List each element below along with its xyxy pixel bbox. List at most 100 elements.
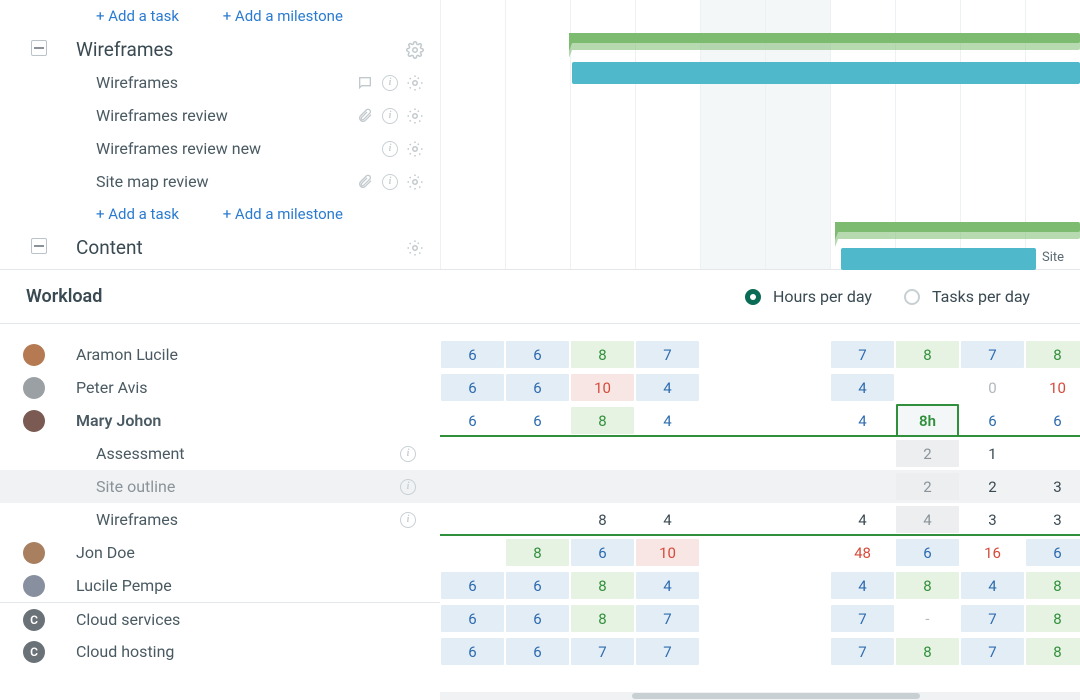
task-group-content[interactable]: Content [0, 231, 440, 264]
workload-cell[interactable]: 48 [831, 539, 894, 566]
workload-person-row[interactable]: Peter Avis [0, 371, 440, 404]
info-icon[interactable] [400, 479, 416, 495]
workload-cell[interactable]: 4 [961, 572, 1024, 599]
gantt-task-bar[interactable]: Site [841, 248, 1036, 270]
comment-icon[interactable] [356, 74, 374, 92]
workload-cell[interactable]: 8 [896, 341, 959, 368]
workload-cell[interactable]: 8 [1026, 341, 1080, 368]
workload-cell[interactable]: 7 [636, 605, 699, 632]
workload-cell[interactable]: 6 [506, 407, 569, 434]
attachment-icon[interactable] [356, 173, 374, 191]
workload-cell[interactable]: 7 [961, 341, 1024, 368]
add-task-link[interactable]: + Add a task [96, 198, 179, 231]
workload-cell[interactable]: 10 [571, 374, 634, 401]
workload-subtask-row[interactable]: Wireframes [0, 503, 440, 536]
workload-cell[interactable]: 6 [506, 605, 569, 632]
info-icon[interactable] [382, 75, 398, 91]
workload-cell[interactable]: 8 [571, 506, 634, 533]
task-row[interactable]: Wireframes [0, 66, 440, 99]
workload-cell[interactable]: 4 [636, 407, 699, 434]
add-task-link[interactable]: + Add a task [96, 0, 179, 33]
workload-cell[interactable]: 8h [896, 404, 959, 437]
workload-cell[interactable]: 6 [441, 605, 504, 632]
task-row[interactable]: Site map review [0, 165, 440, 198]
workload-cell[interactable]: 6 [896, 539, 959, 566]
info-icon[interactable] [382, 108, 398, 124]
add-milestone-link[interactable]: + Add a milestone [223, 198, 343, 231]
workload-subtask-row[interactable]: Assessment [0, 437, 440, 470]
gear-icon[interactable] [406, 239, 424, 257]
workload-cell[interactable]: 0 [961, 374, 1024, 401]
workload-cell[interactable]: 4 [636, 374, 699, 401]
workload-cell[interactable]: 7 [636, 341, 699, 368]
task-row[interactable]: Wireframes review new [0, 132, 440, 165]
workload-cell[interactable]: 8 [896, 638, 959, 665]
workload-cell[interactable]: 4 [831, 374, 894, 401]
workload-cell[interactable]: 8 [1026, 605, 1080, 632]
info-icon[interactable] [400, 512, 416, 528]
workload-cell[interactable]: 1 [961, 440, 1024, 467]
workload-cell[interactable]: - [896, 605, 959, 632]
task-group-wireframes[interactable]: Wireframes [0, 33, 440, 66]
workload-subtask-row[interactable]: Site outline [0, 470, 440, 503]
workload-cell[interactable]: 2 [896, 473, 959, 500]
workload-cell[interactable]: 16 [961, 539, 1024, 566]
radio-hours-per-day[interactable]: Hours per day [745, 287, 872, 306]
gantt-summary-bar[interactable] [836, 222, 1080, 232]
workload-cell[interactable]: 3 [1026, 473, 1080, 500]
workload-cell[interactable]: 4 [831, 407, 894, 434]
workload-person-row[interactable]: Lucile Pempe [0, 569, 440, 602]
workload-cell[interactable]: 4 [636, 506, 699, 533]
workload-cell[interactable]: 8 [571, 407, 634, 434]
workload-cell[interactable]: 7 [961, 638, 1024, 665]
collapse-toggle[interactable] [31, 40, 47, 56]
info-icon[interactable] [400, 446, 416, 462]
workload-cell[interactable]: 2 [961, 473, 1024, 500]
collapse-toggle[interactable] [31, 238, 47, 254]
workload-cell[interactable]: 7 [831, 341, 894, 368]
workload-cell[interactable]: 10 [1026, 374, 1080, 401]
workload-cell[interactable]: 8 [571, 341, 634, 368]
workload-cell[interactable]: 6 [506, 341, 569, 368]
workload-cell[interactable]: 7 [831, 638, 894, 665]
workload-cell[interactable]: 3 [1026, 506, 1080, 533]
workload-cell[interactable]: 4 [896, 506, 959, 533]
gear-icon[interactable] [406, 173, 424, 191]
workload-cell[interactable]: 4 [831, 572, 894, 599]
gantt-task-bar[interactable] [572, 62, 1080, 84]
task-row[interactable]: Wireframes review [0, 99, 440, 132]
gantt-summary-bar[interactable] [570, 33, 1080, 43]
workload-cell[interactable]: 6 [1026, 539, 1080, 566]
add-milestone-link[interactable]: + Add a milestone [223, 0, 343, 33]
workload-person-row[interactable]: Mary Johon [0, 404, 440, 437]
workload-person-row[interactable]: Aramon Lucile [0, 338, 440, 371]
radio-tasks-per-day[interactable]: Tasks per day [904, 287, 1030, 306]
workload-cell[interactable]: 4 [636, 572, 699, 599]
workload-cell[interactable]: 8 [896, 572, 959, 599]
workload-cell[interactable]: 6 [441, 374, 504, 401]
workload-cell[interactable]: 6 [441, 341, 504, 368]
workload-cell[interactable]: 6 [441, 638, 504, 665]
gear-icon[interactable] [406, 74, 424, 92]
workload-cell[interactable]: 7 [571, 638, 634, 665]
workload-cell[interactable]: 3 [961, 506, 1024, 533]
gear-icon[interactable] [406, 140, 424, 158]
workload-cell[interactable]: 10 [636, 539, 699, 566]
workload-cell[interactable]: 7 [636, 638, 699, 665]
workload-cell[interactable]: 8 [571, 605, 634, 632]
workload-cell[interactable]: 7 [831, 605, 894, 632]
workload-person-row[interactable]: C Cloud services [0, 602, 440, 635]
horizontal-scrollbar[interactable] [440, 692, 1080, 700]
workload-cell[interactable]: 6 [961, 407, 1024, 434]
workload-cell[interactable]: 6 [506, 572, 569, 599]
workload-cell[interactable]: 6 [506, 638, 569, 665]
info-icon[interactable] [382, 141, 398, 157]
gantt-timeline[interactable]: Site [440, 0, 1080, 269]
workload-cell[interactable]: 8 [1026, 638, 1080, 665]
workload-cell[interactable]: 6 [571, 539, 634, 566]
workload-cell[interactable]: 6 [1026, 407, 1080, 434]
workload-cell[interactable]: 2 [896, 440, 959, 467]
workload-cell[interactable]: 4 [831, 506, 894, 533]
gear-icon[interactable] [406, 107, 424, 125]
workload-person-row[interactable]: C Cloud hosting [0, 635, 440, 668]
